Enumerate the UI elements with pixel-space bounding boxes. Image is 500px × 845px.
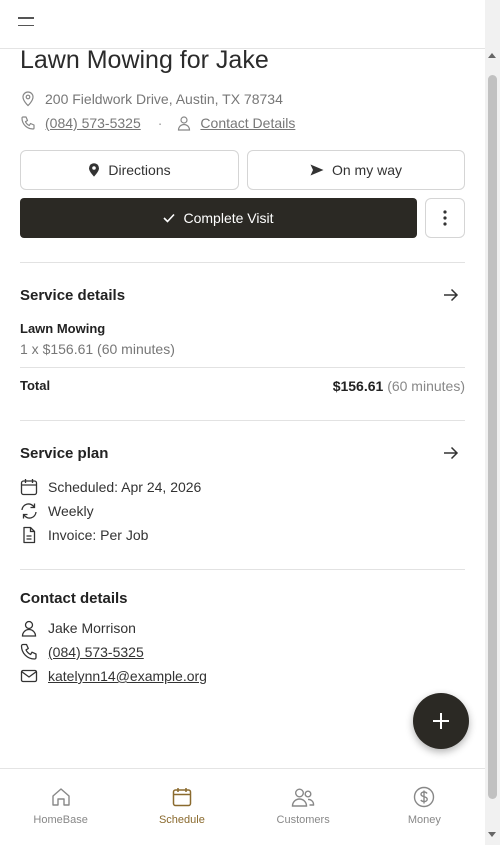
contact-email-link[interactable]: katelynn14@example.org: [48, 668, 207, 684]
nav-label-homebase: HomeBase: [33, 814, 88, 826]
invoice-text: Invoice: Per Job: [48, 527, 149, 543]
nav-item-schedule[interactable]: Schedule: [121, 769, 242, 845]
frequency-row: Weekly: [20, 502, 94, 520]
total-amount: $156.61: [332, 378, 384, 394]
document-icon: [23, 526, 36, 544]
total-value: $156.61 (60 minutes): [333, 378, 465, 394]
contact-email-row: katelynn14@example.org: [20, 667, 207, 685]
contact-phone-link[interactable]: (084) 573-5325: [48, 644, 144, 660]
service-plan-arrow-icon[interactable]: [443, 446, 459, 460]
top-bar: [0, 0, 485, 49]
address-text: 200 Fieldwork Drive, Austin, TX 78734: [45, 91, 283, 107]
phone-link[interactable]: (084) 573-5325: [45, 115, 141, 131]
send-icon: [310, 164, 324, 176]
on-my-way-button[interactable]: On my way: [247, 150, 465, 190]
service-item-quantity: 1 x $156.61 (60 minutes): [20, 341, 175, 357]
service-details-heading: Service details: [20, 287, 126, 304]
users-icon: [291, 788, 315, 807]
directions-label: Directions: [108, 162, 171, 178]
divider: [20, 420, 465, 421]
directions-button[interactable]: Directions: [20, 150, 239, 190]
divider: [20, 262, 465, 263]
phone-icon: [20, 643, 37, 660]
contact-details-heading: Contact details: [20, 590, 128, 607]
check-icon: [163, 213, 176, 223]
divider: [20, 569, 465, 570]
address-row: 200 Fieldwork Drive, Austin, TX 78734: [20, 91, 283, 107]
nav-item-money[interactable]: Money: [364, 769, 485, 845]
contact-name: Jake Morrison: [48, 620, 136, 636]
add-button[interactable]: [413, 693, 469, 749]
service-details-arrow-icon[interactable]: [443, 288, 459, 302]
phone-contact-row: (084) 573-5325 · Contact Details: [20, 115, 295, 131]
complete-visit-button[interactable]: Complete Visit: [20, 198, 417, 238]
total-duration: (60 minutes): [387, 378, 465, 394]
phone-icon: [21, 116, 35, 130]
map-pin-icon: [89, 163, 100, 177]
nav-item-homebase[interactable]: HomeBase: [0, 769, 121, 845]
contact-details-link[interactable]: Contact Details: [200, 115, 295, 131]
scroll-thumb[interactable]: [488, 75, 497, 799]
person-icon: [21, 620, 37, 637]
on-my-way-label: On my way: [331, 162, 402, 178]
invoice-row: Invoice: Per Job: [20, 526, 148, 544]
repeat-icon: [21, 503, 37, 519]
scheduled-row: Scheduled: Apr 24, 2026: [20, 478, 201, 496]
nav-item-customers[interactable]: Customers: [243, 769, 364, 845]
total-label: Total: [20, 378, 51, 393]
person-icon: [178, 116, 191, 131]
frequency-text: Weekly: [48, 503, 94, 519]
dollar-icon: [414, 786, 435, 808]
scheduled-text: Scheduled: Apr 24, 2026: [48, 479, 202, 495]
kebab-menu-icon: [443, 210, 447, 226]
scroll-down-arrow[interactable]: [488, 832, 496, 837]
divider: [20, 367, 465, 368]
contact-name-row: Jake Morrison: [20, 619, 136, 637]
mail-icon: [20, 669, 38, 683]
separator-dot: ·: [157, 115, 163, 131]
location-pin-icon: [22, 91, 34, 107]
scrollbar[interactable]: [485, 0, 500, 845]
calendar-icon: [172, 788, 192, 807]
nav-label-schedule: Schedule: [158, 814, 205, 826]
nav-label-money: Money: [407, 814, 441, 826]
plus-icon: [433, 713, 449, 729]
complete-visit-label: Complete Visit: [183, 210, 274, 226]
service-item-name: Lawn Mowing: [20, 321, 106, 336]
nav-label-customers: Customers: [276, 814, 330, 826]
contact-phone-row: (084) 573-5325: [20, 643, 144, 661]
more-options-button[interactable]: [425, 198, 465, 238]
bottom-nav: HomeBase Schedule Customers Money: [0, 768, 485, 845]
service-plan-heading: Service plan: [20, 445, 109, 462]
page-title: Lawn Mowing for Jake: [20, 46, 269, 74]
home-icon: [51, 788, 70, 806]
menu-icon[interactable]: [18, 17, 34, 29]
scroll-up-arrow[interactable]: [488, 53, 496, 58]
calendar-icon: [20, 479, 38, 496]
